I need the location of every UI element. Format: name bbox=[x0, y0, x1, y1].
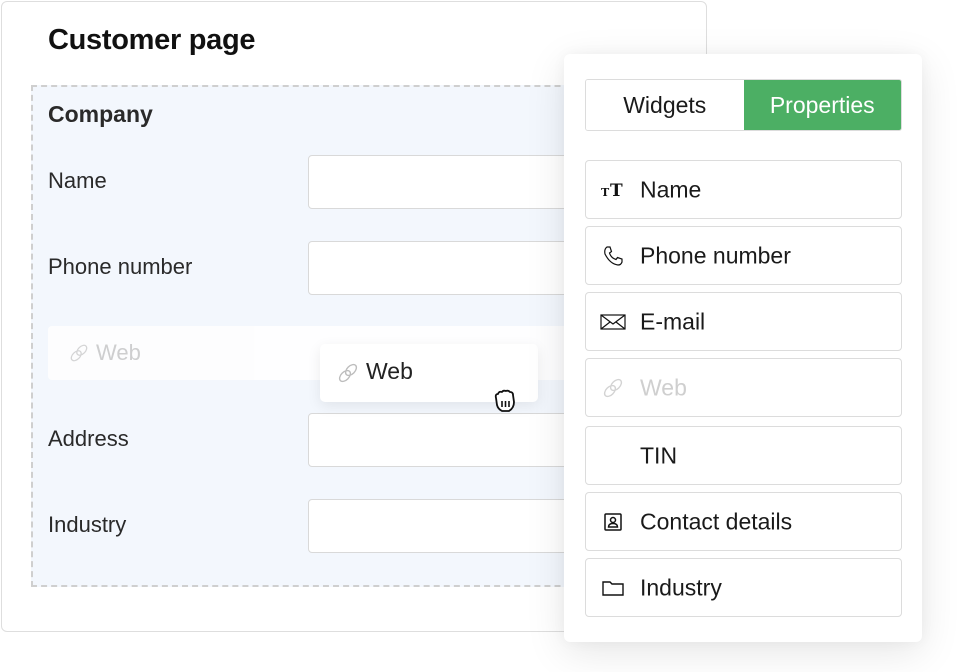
property-label: Contact details bbox=[640, 508, 793, 534]
property-item-industry[interactable]: Industry bbox=[585, 558, 902, 617]
field-label-address: Address bbox=[48, 426, 129, 451]
field-label-phone: Phone number bbox=[48, 254, 193, 279]
field-label-name: Name bbox=[48, 168, 107, 193]
link-icon bbox=[68, 342, 90, 369]
svg-text:T: T bbox=[610, 181, 623, 200]
link-icon bbox=[600, 375, 626, 401]
folder-icon bbox=[600, 575, 626, 601]
property-label: TIN bbox=[640, 442, 678, 468]
text-size-icon: TT bbox=[600, 177, 626, 203]
grab-hand-cursor-icon bbox=[490, 386, 520, 421]
field-label-industry: Industry bbox=[48, 512, 127, 537]
properties-panel: Widgets Properties TT Name Phone number … bbox=[564, 54, 922, 642]
name-field[interactable] bbox=[308, 155, 608, 209]
page-title: Customer page bbox=[48, 24, 256, 56]
phone-icon bbox=[600, 243, 626, 269]
property-label: Web bbox=[640, 374, 687, 400]
property-item-contact-details[interactable]: Contact details bbox=[585, 492, 902, 551]
property-item-name[interactable]: TT Name bbox=[585, 160, 902, 219]
property-item-phone-number[interactable]: Phone number bbox=[585, 226, 902, 285]
property-label: Phone number bbox=[640, 242, 791, 268]
svg-text:T: T bbox=[601, 186, 610, 199]
envelope-icon bbox=[600, 309, 626, 335]
property-label: Industry bbox=[640, 574, 722, 600]
property-label: E-mail bbox=[640, 308, 706, 334]
property-item-tin[interactable]: TIN bbox=[585, 426, 902, 485]
property-item-web: Web bbox=[585, 358, 902, 417]
link-icon bbox=[336, 361, 360, 390]
web-placeholder-label: Web bbox=[96, 340, 141, 365]
property-label: Name bbox=[640, 176, 702, 202]
property-item-email[interactable]: E-mail bbox=[585, 292, 902, 351]
industry-field[interactable] bbox=[308, 499, 608, 553]
address-field[interactable] bbox=[308, 413, 608, 467]
contact-card-icon bbox=[600, 509, 626, 535]
panel-tabs: Widgets Properties bbox=[585, 79, 902, 131]
tab-properties[interactable]: Properties bbox=[743, 80, 901, 130]
dragged-widget-label: Web bbox=[366, 358, 413, 384]
tab-widgets[interactable]: Widgets bbox=[586, 80, 744, 130]
section-title: Company bbox=[48, 101, 153, 127]
phone-number-field[interactable] bbox=[308, 241, 608, 295]
